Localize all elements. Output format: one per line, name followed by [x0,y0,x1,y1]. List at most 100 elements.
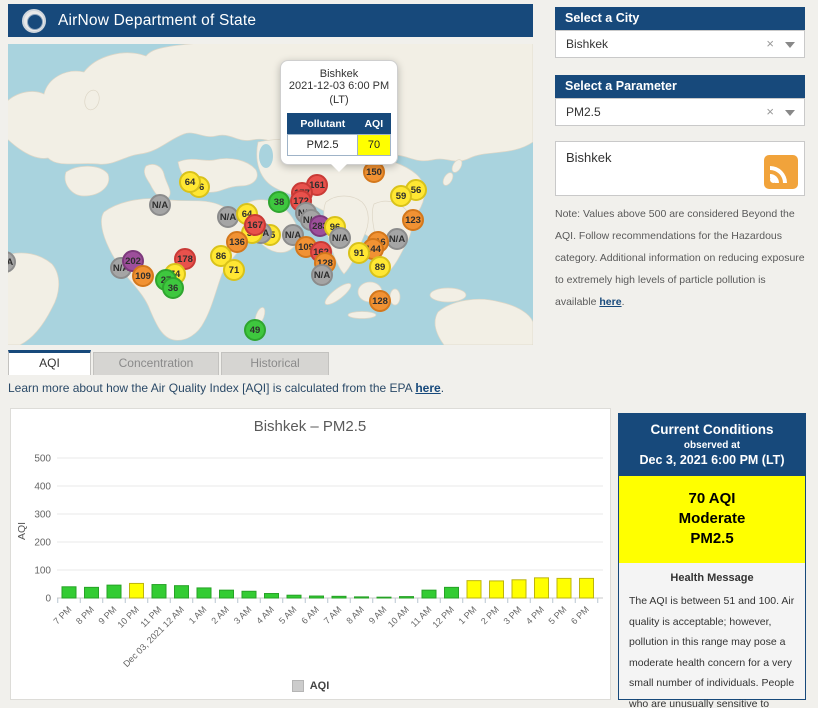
chart-bar[interactable] [309,595,324,599]
x-tick-label: 6 AM [299,604,321,626]
observed-at-label: observed at [683,440,741,451]
health-message-text: The AQI is between 51 and 100. Air quali… [629,595,795,708]
current-conditions-panel: Current Conditions observed at Dec 3, 20… [618,413,806,708]
observed-at-datetime: Dec 3, 2021 6:00 PM (LT) [639,453,785,467]
map-marker[interactable]: 89 [369,256,391,278]
x-tick-label: 8 AM [344,604,366,626]
app-title: AirNow Department of State [58,11,257,29]
chart-bar[interactable] [421,589,437,599]
city-clear-icon[interactable]: × [766,31,774,57]
x-tick-label: 12 PM [430,604,455,629]
map-marker[interactable]: 109 [132,265,154,287]
y-tick-label: 300 [34,510,51,521]
map-marker[interactable]: 91 [348,242,370,264]
city-select-value: Bishkek [566,37,609,51]
chart-bar[interactable] [399,596,414,599]
parameter-caret-icon[interactable] [785,110,795,116]
map-marker[interactable]: N/A [386,228,408,250]
world-aqi-map[interactable]: 5664N/AN/A6475N/A57167381368671N/A202178… [8,44,533,345]
chart-bar[interactable] [84,586,99,599]
current-aqi-value: 70 AQI [688,490,736,507]
aqi-chart-panel: Bishkek – PM2.5 AQI 0 100 200 300 400 500 7 PM 8 … [10,408,611,700]
chart-bar[interactable] [579,577,594,599]
chart-bar[interactable] [534,577,549,599]
app-header: AirNow Department of State [8,4,533,37]
chart-bar[interactable] [331,595,347,599]
x-tick-label: 1 PM [456,604,478,626]
map-marker[interactable]: 59 [390,185,412,207]
learn-more-here-link[interactable]: here [415,381,440,395]
x-tick-label: 3 PM [501,604,523,626]
chart-bar[interactable] [129,582,144,599]
parameter-clear-icon[interactable]: × [766,99,774,125]
note-suffix: . [621,296,625,308]
map-marker[interactable]: N/A [329,227,351,249]
learn-more-suffix: . [440,381,445,395]
feed-city-label: Bishkek [566,150,612,165]
chart-bar[interactable] [106,584,122,599]
x-tick-label: 11 AM [409,604,434,629]
tooltip-aqi-value: 70 [357,133,391,156]
map-marker[interactable]: N/A [149,194,171,216]
health-message-title: Health Message [670,572,754,584]
map-tooltip: Bishkek 2021-12-03 6:00 PM (LT) Pollutan… [280,60,398,171]
tooltip-city: Bishkek [319,68,359,80]
rss-feed-icon[interactable] [764,155,798,189]
chart-bar[interactable] [376,596,392,599]
map-marker[interactable]: 36 [162,277,184,299]
chart-bar[interactable] [511,579,527,599]
chart-bar[interactable] [264,593,279,599]
tab-aqi[interactable]: AQI [8,350,91,375]
parameter-select-header: Select a Parameter [555,75,805,98]
map-marker[interactable]: 71 [223,259,245,281]
chart-bar[interactable] [151,584,167,599]
note-text: Note: Values above 500 are considered Be… [555,208,805,308]
tab-historical[interactable]: Historical [221,352,329,375]
chart-bar[interactable] [556,577,572,599]
tooltip-col-aqi: AQI [357,113,391,134]
parameter-select-value: PM2.5 [566,105,601,119]
city-select-dropdown[interactable]: Bishkek × [555,30,805,58]
chart-bar[interactable] [219,589,234,599]
note-here-link[interactable]: here [599,296,621,308]
chart-bar[interactable] [286,594,302,599]
city-caret-icon[interactable] [785,42,795,48]
parameter-select-dropdown[interactable]: PM2.5 × [555,98,805,126]
tooltip-table: Pollutant AQI PM2.5 70 [286,112,391,156]
x-tick-label: 2 PM [479,604,501,626]
aqi-bar-chart: Bishkek – PM2.5AQI01002003004005007 PM 8 … [16,418,603,669]
chart-bar[interactable] [241,590,257,599]
map-marker[interactable]: N/A [311,264,333,286]
chart-bar[interactable] [61,586,77,599]
map-marker[interactable]: 123 [402,209,424,231]
current-aqi-block: 70 AQI Moderate PM2.5 [619,476,805,563]
x-tick-label: 8 PM [74,604,96,626]
map-marker[interactable]: 38 [268,191,290,213]
map-caspian-sea [259,144,273,168]
tooltip-col-pollutant: Pollutant [287,113,358,134]
y-tick-label: 100 [34,566,51,577]
aqi-note: Note: Values above 500 are considered Be… [555,203,807,313]
chart-bar[interactable] [466,580,482,599]
x-tick-label: 5 PM [546,604,568,626]
chart-bar[interactable] [174,585,189,599]
current-conditions-title: Current Conditions [650,422,774,437]
map-marker[interactable]: 167 [244,214,266,236]
city-select-panel: Select a City Bishkek × [555,7,805,58]
x-tick-label: 2 AM [209,604,231,626]
x-tick-label: 4 AM [254,604,276,626]
map-marker[interactable]: 64 [179,171,201,193]
x-tick-label: 7 AM [322,604,344,626]
tab-concentration[interactable]: Concentration [93,352,219,375]
legend-label: AQI [309,680,330,692]
chart-bar[interactable] [196,587,212,599]
chart-bar[interactable] [489,580,504,599]
learn-more-line: Learn more about how the Air Quality Ind… [8,381,444,395]
map-marker[interactable]: 49 [244,319,266,341]
chart-bar[interactable] [354,596,369,599]
chart-bar[interactable] [444,586,459,599]
view-tabs: AQI Concentration Historical [8,350,331,375]
page: AirNow Department of State 64 N/A N/A 64… [0,0,818,708]
chart-title: Bishkek – PM2.5 [254,418,367,435]
map-marker[interactable]: 128 [369,290,391,312]
